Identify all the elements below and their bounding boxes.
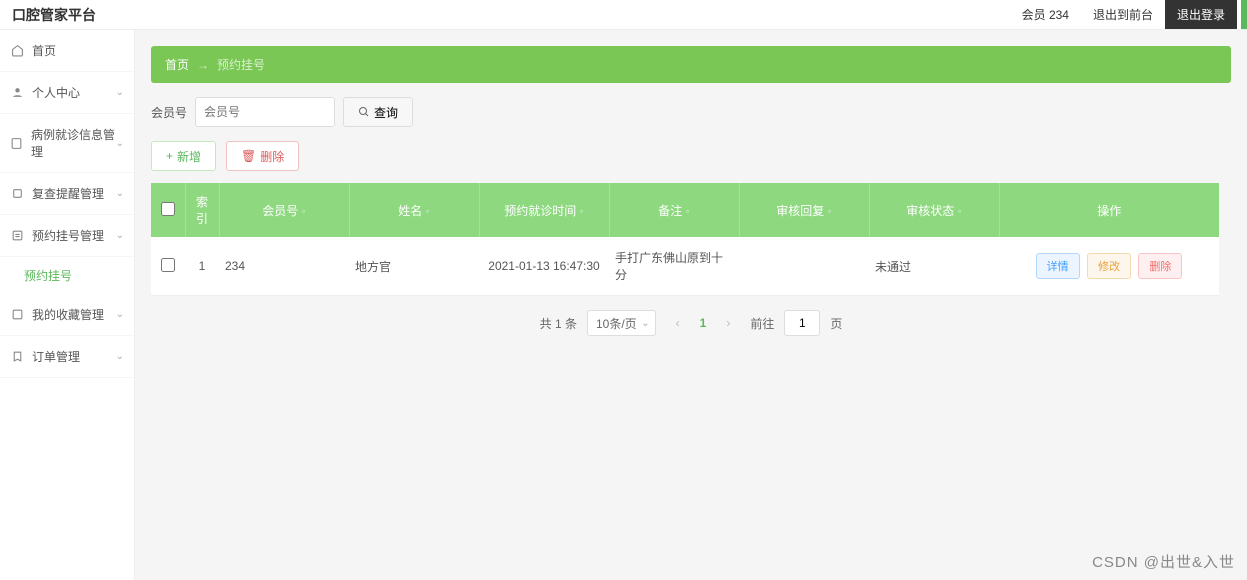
arrow-icon: → — [197, 58, 209, 72]
chevron-down-icon: ⌄ — [116, 309, 124, 320]
cell-time: 2021-01-13 16:47:30 — [479, 237, 609, 296]
chevron-down-icon: ⌄ — [116, 87, 124, 98]
logout-button[interactable]: 退出登录 — [1165, 0, 1237, 29]
home-icon — [10, 44, 24, 58]
col-note[interactable]: 备注 ◦ — [609, 183, 739, 237]
sidebar-item-label: 首页 — [32, 42, 56, 59]
search-button[interactable]: 查询 — [343, 97, 413, 127]
watermark: CSDN @出世&入世 — [1092, 551, 1235, 572]
sidebar-item-order[interactable]: 订单管理 ⌄ — [0, 336, 134, 378]
cell-member: 234 — [219, 237, 349, 296]
goto-input[interactable] — [784, 310, 820, 336]
total-text: 共 1 条 — [540, 315, 577, 332]
sidebar-subitem-register[interactable]: 预约挂号 — [0, 257, 134, 294]
filter-label: 会员号 — [151, 104, 187, 121]
col-action: 操作 — [999, 183, 1219, 237]
chevron-down-icon: ⌄ — [116, 138, 124, 149]
search-icon — [358, 106, 370, 118]
star-icon — [10, 308, 24, 322]
sidebar: 首页 个人中心 ⌄ 病例就诊信息管理 ⌄ 复查提醒管理 ⌄ 预约挂号管理 ⌄ 预… — [0, 30, 135, 580]
app-logo: 口腔管家平台 — [12, 5, 96, 25]
breadcrumb-current: 预约挂号 — [217, 56, 265, 73]
sidebar-item-label: 病例就诊信息管理 — [31, 126, 116, 160]
detail-button[interactable]: 详情 — [1036, 253, 1080, 279]
col-status[interactable]: 审核状态 ◦ — [869, 183, 999, 237]
goto-label: 前往 — [750, 315, 774, 332]
page-size-select[interactable]: 10条/页 — [587, 310, 656, 336]
sidebar-item-review[interactable]: 复查提醒管理 ⌄ — [0, 173, 134, 215]
sidebar-item-label: 预约挂号管理 — [32, 227, 104, 244]
col-member[interactable]: 会员号 ◦ — [219, 183, 349, 237]
cell-action: 详情 修改 删除 — [999, 237, 1219, 296]
col-reply[interactable]: 审核回复 ◦ — [739, 183, 869, 237]
breadcrumb: 首页 → 预约挂号 — [151, 46, 1231, 83]
next-page-button[interactable]: › — [716, 311, 740, 335]
current-page[interactable]: 1 — [700, 316, 707, 330]
reg-icon — [10, 229, 24, 243]
add-button[interactable]: + 新增 — [151, 141, 216, 171]
chevron-down-icon: ⌄ — [116, 230, 124, 241]
breadcrumb-home[interactable]: 首页 — [165, 56, 189, 73]
sidebar-item-label: 订单管理 — [32, 348, 80, 365]
select-all-checkbox[interactable] — [161, 202, 175, 216]
data-table: 索引 会员号 ◦ 姓名 ◦ 预约就诊时间 ◦ 备注 ◦ 审核回复 ◦ 审核状态 … — [151, 183, 1219, 296]
doc-icon — [10, 136, 23, 150]
cell-name: 地方官 — [349, 237, 479, 296]
sidebar-item-label: 个人中心 — [32, 84, 80, 101]
member-link[interactable]: 会员 234 — [1010, 0, 1081, 29]
goto-front-link[interactable]: 退出到前台 — [1081, 0, 1165, 29]
cell-status: 未通过 — [869, 237, 999, 296]
chevron-down-icon: ⌄ — [116, 351, 124, 362]
sidebar-item-label: 我的收藏管理 — [32, 306, 104, 323]
pagination: 共 1 条 10条/页 ‹ 1 › 前往 页 — [151, 296, 1231, 350]
table-row: 1 234 地方官 2021-01-13 16:47:30 手打广东佛山原到十分… — [151, 237, 1219, 296]
trash-icon: 🗑 — [241, 149, 256, 163]
edit-button[interactable]: 修改 — [1087, 253, 1131, 279]
sidebar-item-home[interactable]: 首页 — [0, 30, 134, 72]
cell-reply — [739, 237, 869, 296]
cell-index: 1 — [185, 237, 219, 296]
delete-button[interactable]: 🗑 删除 — [226, 141, 299, 171]
user-icon — [10, 86, 24, 100]
accent-bar — [1241, 0, 1247, 29]
sidebar-item-personal[interactable]: 个人中心 ⌄ — [0, 72, 134, 114]
chevron-down-icon: ⌄ — [116, 188, 124, 199]
sidebar-item-favorite[interactable]: 我的收藏管理 ⌄ — [0, 294, 134, 336]
sidebar-item-label: 复查提醒管理 — [32, 185, 104, 202]
plus-icon: + — [166, 149, 173, 163]
sidebar-item-register[interactable]: 预约挂号管理 ⌄ — [0, 215, 134, 257]
col-name[interactable]: 姓名 ◦ — [349, 183, 479, 237]
member-input[interactable] — [195, 97, 335, 127]
page-suffix: 页 — [830, 315, 842, 332]
col-checkbox — [151, 183, 185, 237]
bell-icon — [10, 187, 24, 201]
col-time[interactable]: 预约就诊时间 ◦ — [479, 183, 609, 237]
sidebar-item-case[interactable]: 病例就诊信息管理 ⌄ — [0, 114, 134, 173]
order-icon — [10, 350, 24, 364]
row-checkbox[interactable] — [161, 258, 175, 272]
row-delete-button[interactable]: 删除 — [1138, 253, 1182, 279]
col-index[interactable]: 索引 — [185, 183, 219, 237]
cell-note: 手打广东佛山原到十分 — [609, 237, 739, 296]
prev-page-button[interactable]: ‹ — [666, 311, 690, 335]
